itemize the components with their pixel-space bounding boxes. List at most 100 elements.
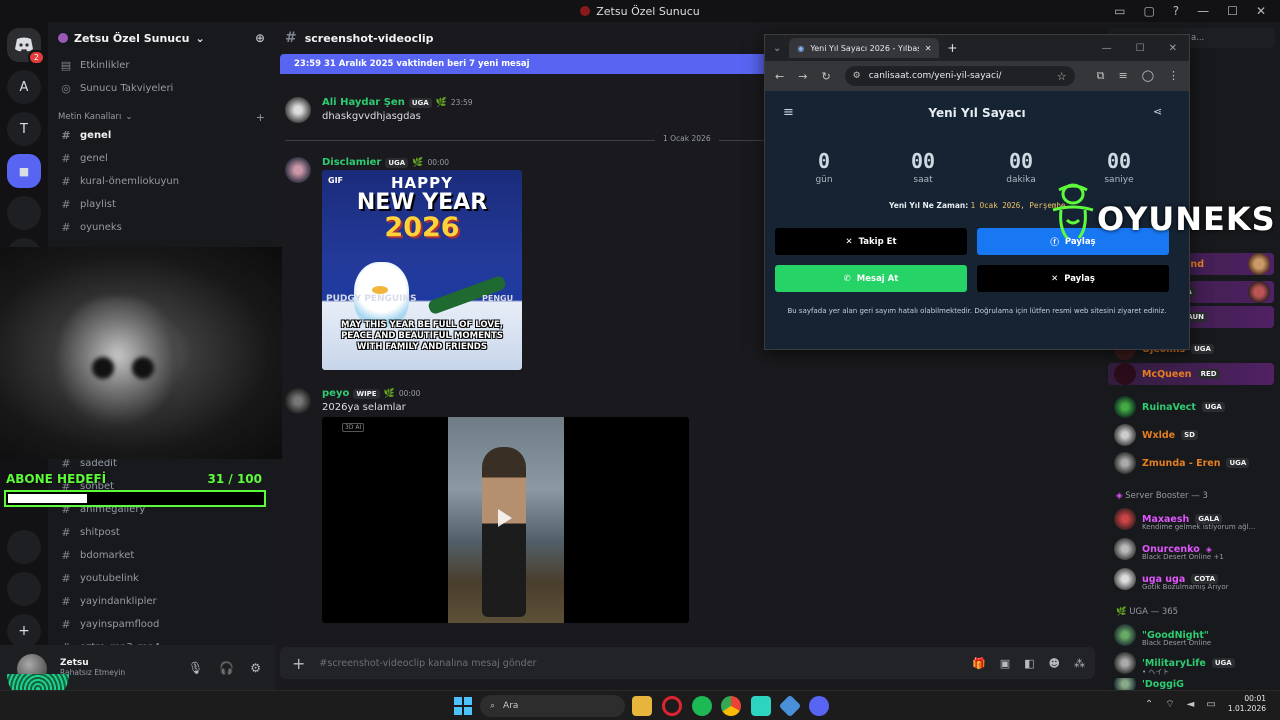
composer-placeholder[interactable]: #screenshot-videoclip kanalına mesaj gön… xyxy=(319,658,536,669)
server-header[interactable]: Zetsu Özel Sunucu ⌄ ⊕ xyxy=(48,22,275,54)
hash-icon: # xyxy=(61,595,71,608)
discord-taskbar-icon[interactable] xyxy=(809,696,829,716)
address-bar[interactable]: ⚙ canlisaat.com/yeni-yil-sayaci/ ☆ xyxy=(844,66,1075,86)
gif-icon[interactable]: ▣ xyxy=(1000,657,1010,670)
gif-attachment[interactable]: HAPPY NEW YEAR 2026 PUDGY PENGUINS PENGU… xyxy=(322,170,522,370)
member-item[interactable]: 'MilitaryLife UGA • ヘイト xyxy=(1114,652,1235,676)
volume-icon[interactable]: ◄ xyxy=(1187,699,1195,710)
chrome-icon[interactable] xyxy=(721,696,741,716)
channel-item[interactable]: # youtubelink xyxy=(50,567,273,590)
reload-icon[interactable]: ↻ xyxy=(821,70,830,83)
screen-icon[interactable]: ▢ xyxy=(1143,4,1154,18)
play-icon[interactable] xyxy=(498,509,512,527)
wifi-icon[interactable]: ⌔ xyxy=(1165,698,1174,711)
url-text[interactable]: canlisaat.com/yeni-yil-sayaci/ xyxy=(869,71,1002,81)
message-author[interactable]: Disclamier xyxy=(322,157,381,168)
channel-item[interactable]: # shitpost xyxy=(50,521,273,544)
sidebar-item-events[interactable]: ▤ Etkinlikler xyxy=(50,54,273,77)
app-icon[interactable] xyxy=(751,696,771,716)
member-item[interactable]: 'DoggiG xyxy=(1114,678,1184,690)
video-attachment[interactable]: 3D AI xyxy=(322,417,689,623)
microphone-icon[interactable]: 🎙 xyxy=(188,661,203,675)
message-composer[interactable]: + #screenshot-videoclip kanalına mesaj g… xyxy=(280,647,1095,679)
member-item[interactable]: uga uga COTA Gotik Bozulmamış Arıyor xyxy=(1114,568,1228,591)
minimize-button[interactable]: — xyxy=(1102,43,1112,54)
headphones-icon[interactable]: 🎧 xyxy=(219,661,234,675)
discord-home-button[interactable]: 2 xyxy=(7,28,45,65)
bookmark-star-icon[interactable]: ☆ xyxy=(1057,70,1075,83)
member-item[interactable]: Onurcenko ◈ Black Desert Online +1 xyxy=(1114,538,1224,561)
maximize-button[interactable]: ☐ xyxy=(1136,43,1145,54)
message-author[interactable]: peyo xyxy=(322,388,349,399)
avatar[interactable] xyxy=(285,97,311,123)
member-item[interactable]: Maxaesh GALA Kendime gelmek istiyorum ağ… xyxy=(1114,508,1255,531)
person-add-icon[interactable]: ⊕ xyxy=(255,31,265,45)
channel-item[interactable]: # oyuneks xyxy=(50,216,273,239)
profile-icon[interactable]: ◯ xyxy=(1142,69,1154,83)
channel-category[interactable]: Metin Kanalları ⌄ + xyxy=(48,100,275,124)
browser-tab[interactable]: ◉ Yeni Yıl Sayacı 2026 - Yılbaşı Ge... ✕ xyxy=(789,38,940,58)
member-item[interactable]: Zmunda - Eren UGA xyxy=(1114,452,1250,474)
server-a[interactable]: A xyxy=(7,70,41,104)
app-icon[interactable] xyxy=(778,694,802,718)
taskbar-search[interactable]: ⌕ Ara xyxy=(480,695,625,717)
tab-search-icon[interactable]: ⌄ xyxy=(773,43,781,54)
tab-close-icon[interactable]: ✕ xyxy=(925,44,932,53)
sticker-icon[interactable]: ◧ xyxy=(1024,657,1034,670)
site-info-icon[interactable]: ⚙ xyxy=(853,71,861,81)
channel-item[interactable]: # genel xyxy=(50,147,273,170)
battery-icon[interactable]: ▭ xyxy=(1206,699,1215,710)
file-explorer-icon[interactable] xyxy=(632,696,652,716)
whatsapp-button[interactable]: ✆ Mesaj At xyxy=(775,265,967,292)
minimize-button[interactable]: — xyxy=(1197,4,1209,18)
server-folder[interactable]: ■ xyxy=(7,154,41,188)
oyuneks-logo-icon xyxy=(1052,183,1094,239)
member-item[interactable]: RuinaVect UGA xyxy=(1114,396,1225,418)
emoji-icon[interactable]: ☻ xyxy=(1049,657,1060,670)
avatar[interactable] xyxy=(285,388,311,414)
close-button[interactable]: ✕ xyxy=(1169,43,1177,54)
channel-item[interactable]: # bdomarket xyxy=(50,544,273,567)
follow-button[interactable]: ✕ Takip Et xyxy=(775,228,967,255)
member-item[interactable]: "GoodNight" Black Desert Online xyxy=(1114,624,1211,647)
server-avatar[interactable] xyxy=(7,196,41,230)
menu-dots-icon[interactable]: ⋮ xyxy=(1168,69,1179,83)
new-messages-bar[interactable]: 23:59 31 Aralık 2025 vaktinden beri 7 ye… xyxy=(280,54,780,74)
avatar[interactable] xyxy=(285,157,311,183)
gear-icon[interactable]: ⚙ xyxy=(250,661,261,675)
channel-item[interactable]: # genel xyxy=(50,124,273,147)
clock[interactable]: 00:01 1.01.2026 xyxy=(1228,694,1266,714)
x-share-button[interactable]: ✕ Paylaş xyxy=(977,265,1169,292)
back-icon[interactable]: ← xyxy=(775,70,784,83)
channel-item[interactable]: # yayindanklipler xyxy=(50,590,273,613)
server-avatar[interactable] xyxy=(7,530,41,564)
apps-icon[interactable]: ⁂ xyxy=(1074,657,1085,670)
channel-item[interactable]: # kural-önemliokuyun xyxy=(50,170,273,193)
forward-icon[interactable]: → xyxy=(798,70,807,83)
spotify-icon[interactable] xyxy=(692,696,712,716)
channel-item[interactable]: # yayinspamflood xyxy=(50,613,273,636)
message-author[interactable]: Ali Haydar Şen xyxy=(322,97,405,108)
share-icon[interactable]: ⋖ xyxy=(1153,105,1162,118)
extensions-icon[interactable]: ⧉ xyxy=(1097,69,1105,83)
member-item[interactable]: McQueen RED xyxy=(1108,363,1274,385)
attach-plus-icon[interactable]: + xyxy=(292,654,305,673)
add-server-button[interactable]: + xyxy=(7,614,41,648)
gif-brand-left: PUDGY PENGUINS xyxy=(326,294,417,304)
media-icon[interactable]: ≡ xyxy=(1118,69,1127,83)
server-avatar[interactable] xyxy=(7,572,41,606)
maximize-button[interactable]: ☐ xyxy=(1227,4,1238,18)
sidebar-item-boosts[interactable]: ◎ Sunucu Takviyeleri xyxy=(50,77,273,100)
inbox-icon[interactable]: ▭ xyxy=(1114,4,1125,18)
chevron-up-icon[interactable]: ⌃ xyxy=(1145,699,1153,710)
channel-item[interactable]: # playlist xyxy=(50,193,273,216)
member-item[interactable]: Wxlde SD xyxy=(1114,424,1198,446)
add-channel-icon[interactable]: + xyxy=(256,111,265,124)
server-t[interactable]: T xyxy=(7,112,41,146)
help-icon[interactable]: ? xyxy=(1173,4,1179,18)
close-button[interactable]: ✕ xyxy=(1256,4,1266,18)
gift-icon[interactable]: 🎁 xyxy=(972,657,986,670)
new-tab-button[interactable]: + xyxy=(947,41,957,55)
start-button[interactable] xyxy=(454,697,472,715)
opera-icon[interactable] xyxy=(662,696,682,716)
